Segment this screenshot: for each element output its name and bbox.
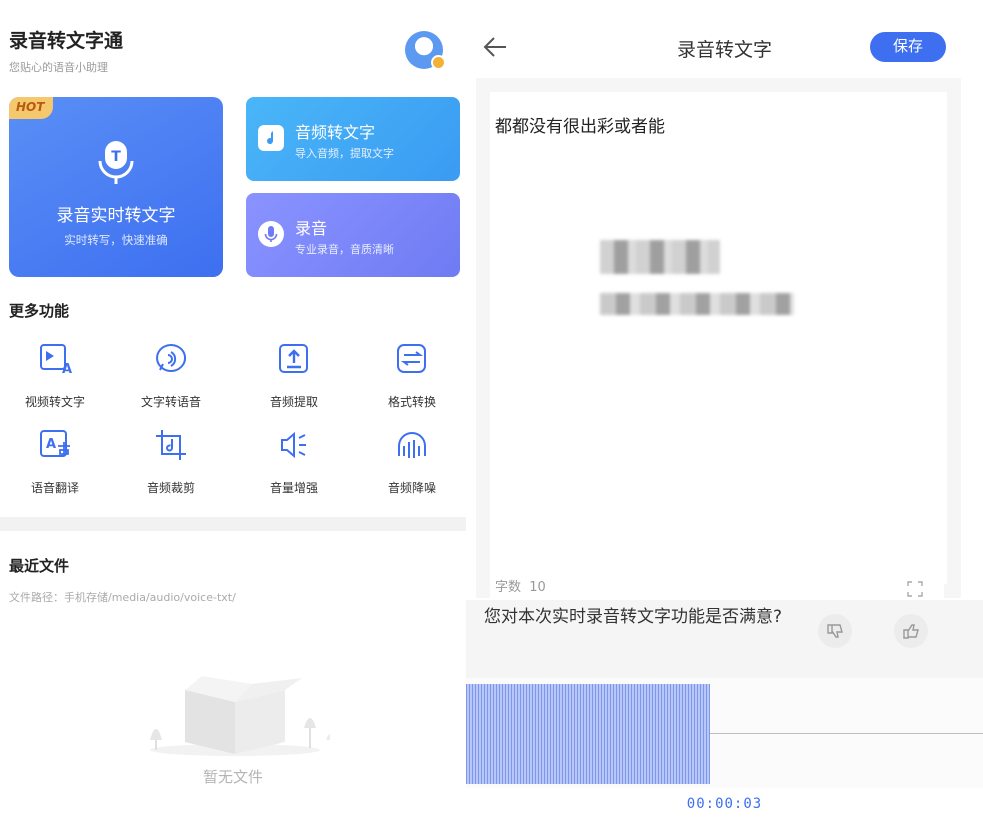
mic-icon bbox=[258, 221, 284, 247]
feature-format-convert[interactable]: 格式转换 bbox=[357, 342, 467, 410]
thumbs-down-button[interactable] bbox=[818, 614, 852, 648]
section-divider bbox=[0, 517, 466, 531]
avatar[interactable] bbox=[405, 31, 446, 70]
feature-label: 音量增强 bbox=[269, 481, 318, 495]
realtime-card-title: 录音实时转文字 bbox=[56, 206, 176, 226]
word-count-value: 10 bbox=[529, 580, 546, 595]
redacted-block bbox=[600, 240, 720, 274]
audio-card-title: 音频转文字 bbox=[295, 123, 376, 142]
feature-text-to-speech[interactable]: 文字转语音 bbox=[116, 342, 226, 410]
feature-voice-translate[interactable]: A 语音翻译 bbox=[0, 428, 110, 496]
waveform-baseline bbox=[710, 733, 983, 734]
realtime-transcribe-card[interactable]: HOT T 录音实时转文字 实时转写，快速准确 bbox=[9, 97, 223, 277]
more-features-title: 更多功能 bbox=[9, 302, 70, 320]
thumbs-up-button[interactable] bbox=[894, 614, 928, 648]
format-convert-icon bbox=[397, 344, 426, 373]
volume-boost-icon bbox=[281, 431, 306, 459]
feature-audio-extract[interactable]: 音频提取 bbox=[239, 342, 349, 410]
app-title: 录音转文字通 bbox=[9, 30, 124, 52]
record-card-subtitle: 专业录音，音质清晰 bbox=[295, 243, 394, 256]
feature-label: 音频提取 bbox=[269, 395, 318, 409]
audio-card-subtitle: 导入音频，提取文字 bbox=[295, 147, 394, 160]
file-path: 文件路径：手机存储/media/audio/voice-txt/ bbox=[9, 591, 236, 604]
crop-icon bbox=[156, 430, 186, 460]
save-button[interactable]: 保存 bbox=[870, 32, 946, 62]
feature-label: 格式转换 bbox=[387, 395, 436, 409]
empty-state-text: 暂无文件 bbox=[202, 768, 263, 786]
svg-text:A: A bbox=[62, 362, 72, 376]
feature-audio-crop[interactable]: 音频裁剪 bbox=[116, 428, 226, 496]
realtime-card-subtitle: 实时转写，快速准确 bbox=[64, 233, 168, 247]
feature-noise-reduce[interactable]: 音频降噪 bbox=[357, 428, 467, 496]
feature-label: 文字转语音 bbox=[140, 395, 201, 409]
recording-timer: 00:00:03 bbox=[686, 796, 763, 812]
svg-text:A: A bbox=[46, 437, 56, 452]
text-speech-icon bbox=[156, 344, 187, 372]
feature-label: 音频裁剪 bbox=[146, 481, 195, 495]
hot-badge: HOT bbox=[9, 97, 53, 119]
app-subtitle: 您贴心的语音小助理 bbox=[9, 61, 108, 74]
svg-text:T: T bbox=[111, 149, 121, 165]
vip-badge-icon bbox=[431, 55, 446, 70]
video-text-icon: A bbox=[40, 344, 72, 377]
waveform-recorded bbox=[466, 684, 710, 784]
translate-icon: A bbox=[40, 430, 70, 457]
redacted-block bbox=[600, 293, 794, 315]
word-count-label: 字数 bbox=[495, 580, 522, 595]
transcript-text: 都都没有很出彩或者能 bbox=[495, 117, 665, 137]
record-card-title: 录音 bbox=[295, 219, 328, 238]
empty-box-icon bbox=[150, 676, 330, 756]
noise-reduce-icon bbox=[398, 432, 426, 458]
feature-volume-boost[interactable]: 音量增强 bbox=[239, 428, 349, 496]
audio-to-text-card[interactable]: 音频转文字 导入音频，提取文字 bbox=[246, 97, 460, 181]
audio-extract-icon bbox=[279, 344, 308, 373]
feedback-bar: 您对本次实时录音转文字功能是否满意? bbox=[466, 600, 983, 678]
feature-label: 语音翻译 bbox=[30, 481, 79, 495]
microphone-icon: T bbox=[96, 139, 136, 189]
transcript-text-area[interactable] bbox=[490, 92, 944, 598]
thumbs-up-icon bbox=[903, 624, 919, 639]
feature-label: 视频转文字 bbox=[24, 395, 85, 409]
editor-screen: 录音转文字 保存 都都没有很出彩或者能 字数 10 您对本次实时录音转文字功能是… bbox=[466, 0, 983, 828]
feature-video-to-text[interactable]: A 视频转文字 bbox=[0, 342, 110, 410]
word-count: 字数 10 bbox=[495, 576, 546, 595]
recent-files-title: 最近文件 bbox=[9, 557, 70, 575]
home-screen: 录音转文字通 您贴心的语音小助理 HOT T 录音实时转文字 实时转写，快速准确… bbox=[0, 0, 466, 828]
feature-label: 音频降噪 bbox=[387, 481, 436, 495]
fullscreen-icon[interactable] bbox=[906, 580, 924, 598]
feedback-question: 您对本次实时录音转文字功能是否满意? bbox=[484, 607, 783, 627]
record-card[interactable]: 录音 专业录音，音质清晰 bbox=[246, 193, 460, 277]
thumbs-down-icon bbox=[827, 624, 843, 638]
music-file-icon bbox=[258, 125, 284, 151]
